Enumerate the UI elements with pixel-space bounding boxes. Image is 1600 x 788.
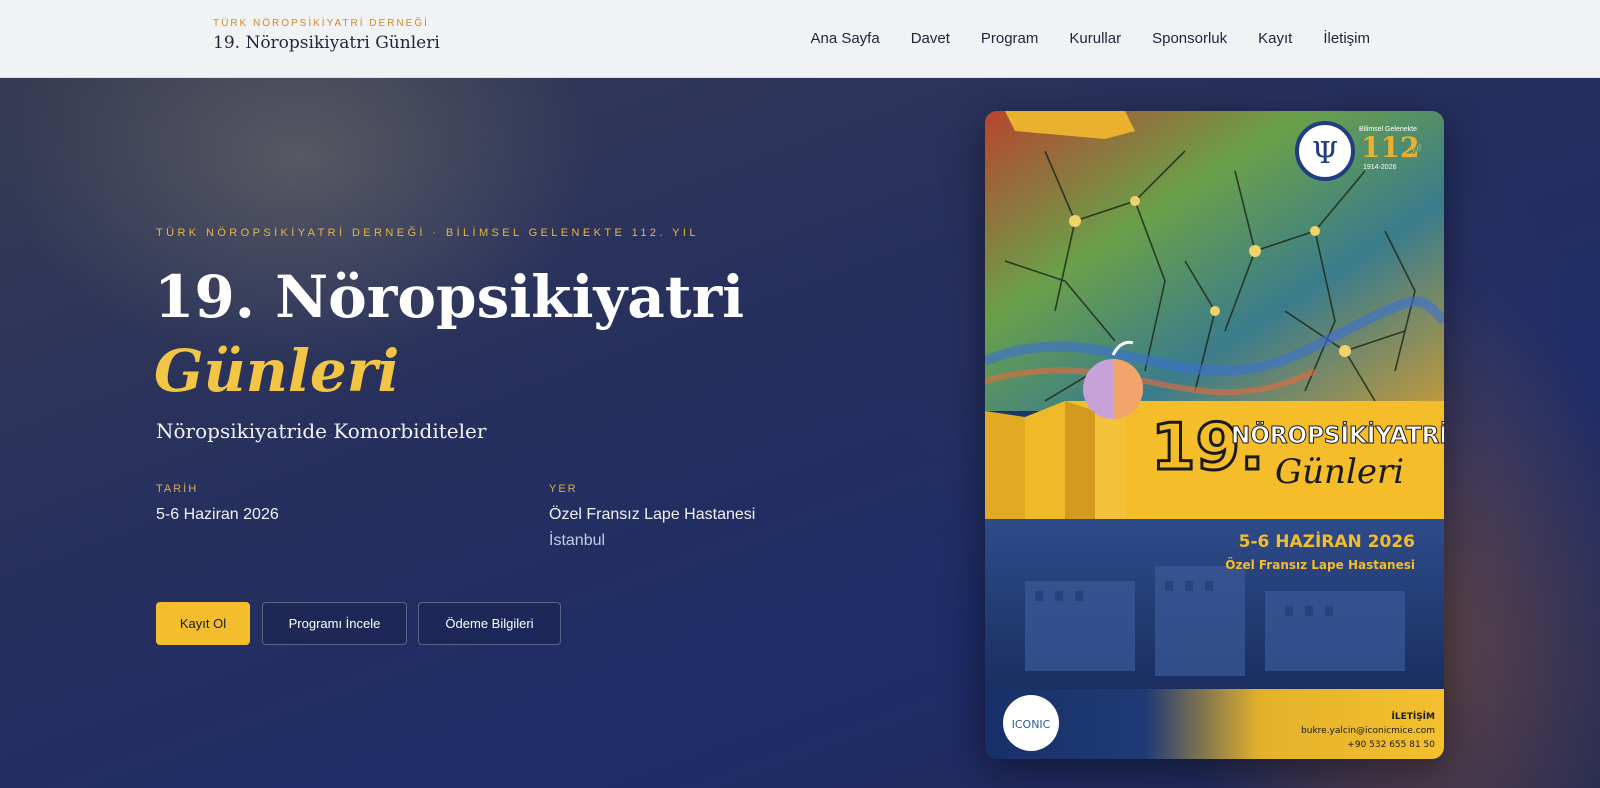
nav-item-home[interactable]: Ana Sayfa — [810, 30, 879, 47]
nav-item-sponsorship[interactable]: Sponsorluk — [1152, 30, 1227, 47]
payment-info-button[interactable]: Ödeme Bilgileri — [418, 602, 561, 645]
event-poster: Ψ Bilimsel Gelenekte 112 yıl 1914-2026 1… — [985, 111, 1444, 759]
brand-logo[interactable]: TÜRK NÖROPSİKİYATRİ DERNEĞİ 19. Nöropsik… — [213, 18, 440, 53]
hero-headline: 19. Nöropsikiyatri Günleri — [154, 260, 744, 408]
svg-text:Ψ: Ψ — [1312, 136, 1338, 171]
poster-venue: Özel Fransız Lape Hastanesi — [1225, 557, 1415, 572]
poster-artwork: Ψ Bilimsel Gelenekte 112 yıl 1914-2026 1… — [985, 111, 1444, 759]
nav-item-committees[interactable]: Kurullar — [1069, 30, 1121, 47]
nav-item-contact[interactable]: İletişim — [1323, 30, 1370, 47]
contact-label: İLETİŞİM — [1391, 711, 1435, 722]
top-navigation-bar: TÜRK NÖROPSİKİYATRİ DERNEĞİ 19. Nöropsik… — [0, 0, 1600, 78]
date-value: 5-6 Haziran 2026 — [156, 506, 279, 523]
badge-yil: yıl — [1411, 143, 1421, 154]
contact-phone: +90 532 655 81 50 — [1347, 740, 1435, 750]
contact-email: bukre.yalcin@iconicmice.com — [1301, 726, 1435, 736]
poster-date: 5-6 HAZİRAN 2026 — [1239, 530, 1415, 552]
hero-subtitle: Nöropsikiyatride Komorbiditeler — [156, 419, 487, 443]
venue-label: YER — [549, 483, 578, 495]
nav-item-invitation[interactable]: Davet — [911, 30, 950, 47]
badge-range: 1914-2026 — [1363, 164, 1397, 171]
date-label: TARİH — [156, 483, 199, 495]
poster-title-script: Günleri — [1275, 452, 1404, 492]
view-program-button[interactable]: Programı İncele — [262, 602, 407, 645]
hero-headline-line1: 19. Nöropsikiyatri — [154, 263, 745, 331]
poster-title-top: NÖROPSİKİYATRİ — [1231, 421, 1444, 449]
brand-title: 19. Nöropsikiyatri Günleri — [213, 33, 440, 53]
hero-headline-accent: Günleri — [154, 337, 400, 405]
hero-eyebrow: TÜRK NÖROPSİKİYATRİ DERNEĞİ · BİLİMSEL G… — [156, 227, 699, 239]
iconic-logo-text: ICONIC — [1012, 718, 1051, 731]
nav-item-program[interactable]: Program — [981, 30, 1039, 47]
register-button[interactable]: Kayıt Ol — [156, 602, 250, 645]
main-nav: Ana Sayfa Davet Program Kurullar Sponsor… — [810, 30, 1370, 47]
nav-item-registration[interactable]: Kayıt — [1258, 30, 1292, 47]
venue-value: Özel Fransız Lape Hastanesi — [549, 506, 756, 523]
venue-city: İstanbul — [549, 532, 606, 549]
brand-org-name: TÜRK NÖROPSİKİYATRİ DERNEĞİ — [213, 18, 429, 29]
